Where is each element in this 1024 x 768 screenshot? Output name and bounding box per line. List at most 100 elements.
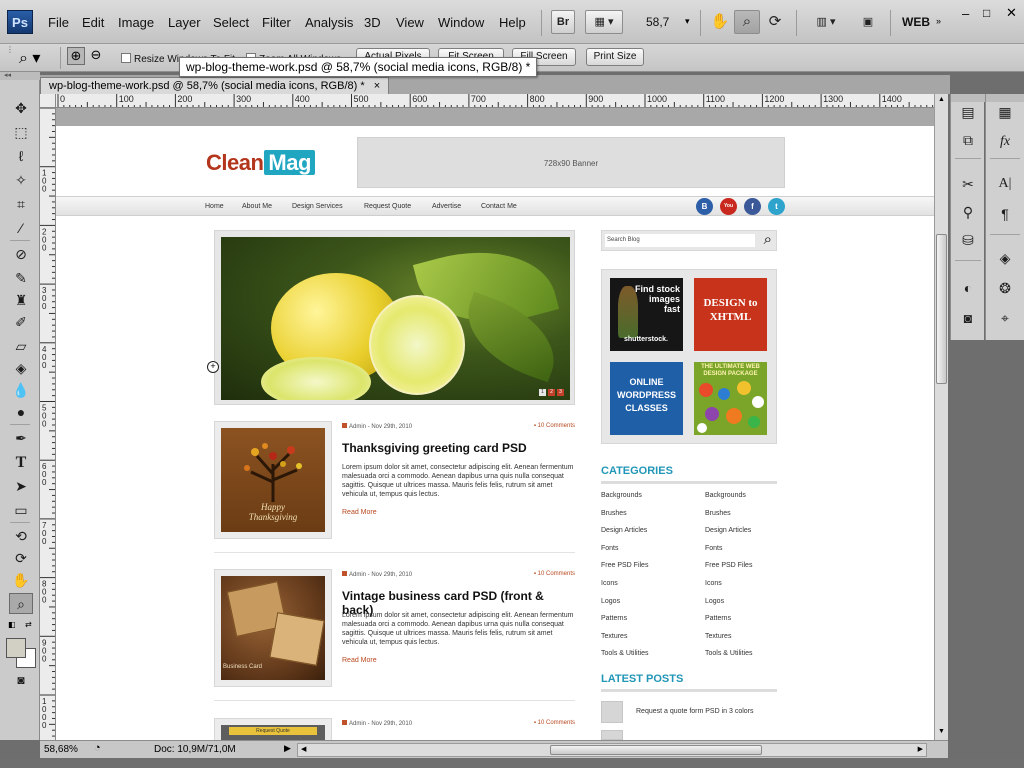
twitter-icon[interactable]: t	[768, 198, 785, 215]
panel-collapse-icon[interactable]: ◂◂	[0, 72, 40, 80]
featured-slider[interactable]: 123	[214, 230, 575, 405]
slider-dot[interactable]: 3	[557, 389, 564, 396]
paragraph-icon[interactable]: ¶	[994, 204, 1016, 224]
menu-filter[interactable]: Filter	[262, 15, 291, 30]
nav-home[interactable]: Home	[205, 203, 224, 210]
magic-wand-tool[interactable]: ✧	[9, 170, 33, 191]
menu-view[interactable]: View	[396, 15, 424, 30]
scroll-down-icon[interactable]: ▼	[938, 728, 945, 735]
nav-about[interactable]: About Me	[242, 203, 272, 210]
nav-design-services[interactable]: Design Services	[292, 203, 343, 210]
search-icon[interactable]: ⌕	[764, 231, 772, 249]
healing-brush-tool[interactable]: ⊘	[9, 244, 33, 265]
chevron-double-right-icon[interactable]: »	[936, 16, 941, 26]
facebook-icon[interactable]: f	[744, 198, 761, 215]
blogger-icon[interactable]: B	[696, 198, 713, 215]
category-link[interactable]: Design Articles	[601, 527, 647, 534]
quick-mask-button[interactable]: ◙	[9, 670, 33, 691]
dodge-tool[interactable]: ●	[9, 402, 33, 423]
ad-wordpress-classes[interactable]: ONLINE WORDPRESS CLASSES	[610, 362, 683, 435]
slider-dot[interactable]: 1	[539, 389, 546, 396]
menu-window[interactable]: Window	[438, 15, 484, 30]
nav-contact[interactable]: Contact Me	[481, 203, 517, 210]
tools-preset-icon[interactable]: ✂	[957, 174, 979, 194]
panel-dock-header[interactable]	[951, 94, 985, 102]
nav-advertise[interactable]: Advertise	[432, 203, 461, 210]
menu-select[interactable]: Select	[213, 15, 249, 30]
site-logo[interactable]: Clean Mag	[206, 150, 315, 176]
zoom-tool-preset-icon[interactable]: ⌕ ▾	[19, 48, 40, 68]
menu-file[interactable]: File	[48, 15, 69, 30]
menu-analysis[interactable]: Analysis	[305, 15, 353, 30]
foreground-color-swatch[interactable]	[6, 638, 26, 658]
post-thumbnail[interactable]: Happy Thanksgiving	[214, 421, 332, 539]
pen-tool[interactable]: ✒	[9, 428, 33, 449]
category-link[interactable]: Patterns	[705, 615, 731, 622]
menu-image[interactable]: Image	[118, 15, 154, 30]
rotate-view-button[interactable]: ⟳	[762, 10, 788, 34]
path-selection-tool[interactable]: ➤	[9, 476, 33, 497]
history-icon[interactable]: ⧉	[957, 130, 979, 150]
post-comments-link[interactable]: ▪ 10 Comments	[534, 571, 575, 577]
zoom-tool[interactable]: ⌕	[9, 593, 33, 614]
category-link[interactable]: Backgrounds	[601, 492, 642, 499]
category-link[interactable]: Tools & Utilities	[705, 650, 752, 657]
scroll-right-icon[interactable]: ▶	[918, 745, 923, 753]
post-thumbnail[interactable]: Business Card	[214, 569, 332, 687]
document-tab[interactable]: wp-blog-theme-work.psd @ 58,7% (social m…	[40, 77, 390, 94]
channels-icon[interactable]: ❂	[994, 278, 1016, 298]
category-link[interactable]: Icons	[705, 580, 722, 587]
latest-post-thumbnail[interactable]	[601, 701, 623, 723]
paint-bucket-tool[interactable]: ◈	[9, 358, 33, 379]
ruler-origin[interactable]	[40, 94, 56, 108]
scrollbar-thumb[interactable]	[550, 745, 762, 755]
hand-tool-button[interactable]: ✋	[707, 10, 733, 34]
category-link[interactable]: Fonts	[705, 545, 723, 552]
category-link[interactable]: Free PSD Files	[601, 562, 648, 569]
swatches-icon[interactable]: ▦	[994, 102, 1016, 122]
category-link[interactable]: Brushes	[705, 510, 731, 517]
scrollbar-thumb[interactable]	[936, 234, 947, 384]
category-link[interactable]: Brushes	[601, 510, 627, 517]
horizontal-ruler[interactable]: 0 100 200 300 400 500 600 700 800 900 1000 1100 1200…	[56, 94, 934, 108]
category-link[interactable]: Backgrounds	[705, 492, 746, 499]
masks-icon[interactable]: ◙	[957, 308, 979, 328]
shape-tool[interactable]: ▭	[9, 500, 33, 521]
workspace-switcher[interactable]: WEB	[902, 15, 930, 29]
brush-tool[interactable]: ✎	[9, 268, 33, 289]
move-tool[interactable]: ✥	[9, 98, 33, 119]
post-thumbnail[interactable]: Request Quote	[214, 718, 332, 740]
ad-design-to-xhtml[interactable]: DESIGN to XHTML	[694, 278, 767, 351]
lasso-tool[interactable]: ℓ	[9, 146, 33, 167]
zoom-out-icon[interactable]: ⊖	[87, 47, 105, 65]
brush-preset-icon[interactable]: ⚲	[957, 202, 979, 222]
default-colors-icon[interactable]: ◧	[8, 620, 16, 629]
status-menu-arrow-icon[interactable]: ▶	[284, 743, 291, 754]
adjustments-icon[interactable]: ◐	[957, 278, 979, 298]
styles-icon[interactable]: fx	[994, 132, 1016, 152]
chevron-down-icon[interactable]: ▾	[685, 16, 690, 27]
status-info-icon[interactable]: ◔	[94, 742, 101, 754]
menu-layer[interactable]: Layer	[168, 15, 201, 30]
history-brush-tool[interactable]: ✐	[9, 312, 33, 333]
swap-colors-icon[interactable]: ⇄	[25, 620, 32, 629]
post-comments-link[interactable]: ▪ 10 Comments	[534, 423, 575, 429]
print-size-button[interactable]: Print Size	[586, 48, 644, 66]
zoom-percentage-field[interactable]: 58,68%	[44, 744, 78, 755]
post-comments-link[interactable]: ▪ 10 Comments	[534, 720, 575, 726]
clone-source-icon[interactable]: ⛁	[957, 230, 979, 250]
category-link[interactable]: Tools & Utilities	[601, 650, 648, 657]
character-icon[interactable]: A|	[994, 174, 1016, 194]
panel-dock-header[interactable]	[986, 94, 1024, 102]
menu-edit[interactable]: Edit	[82, 15, 104, 30]
category-link[interactable]: Logos	[705, 598, 724, 605]
marquee-tool[interactable]: ⬚	[9, 122, 33, 143]
youtube-icon[interactable]: You	[720, 198, 737, 215]
view-extras-button[interactable]: ▦ ▾	[585, 10, 623, 34]
ad-shutterstock[interactable]: Find stock images fast shutterstock.	[610, 278, 683, 351]
document-canvas[interactable]: Clean Mag 728x90 Banner Home About Me Des…	[56, 108, 934, 740]
latest-post-thumbnail[interactable]	[601, 730, 623, 740]
category-link[interactable]: Textures	[601, 633, 627, 640]
category-link[interactable]: Logos	[601, 598, 620, 605]
screen-mode-button[interactable]: ▣	[855, 10, 881, 34]
